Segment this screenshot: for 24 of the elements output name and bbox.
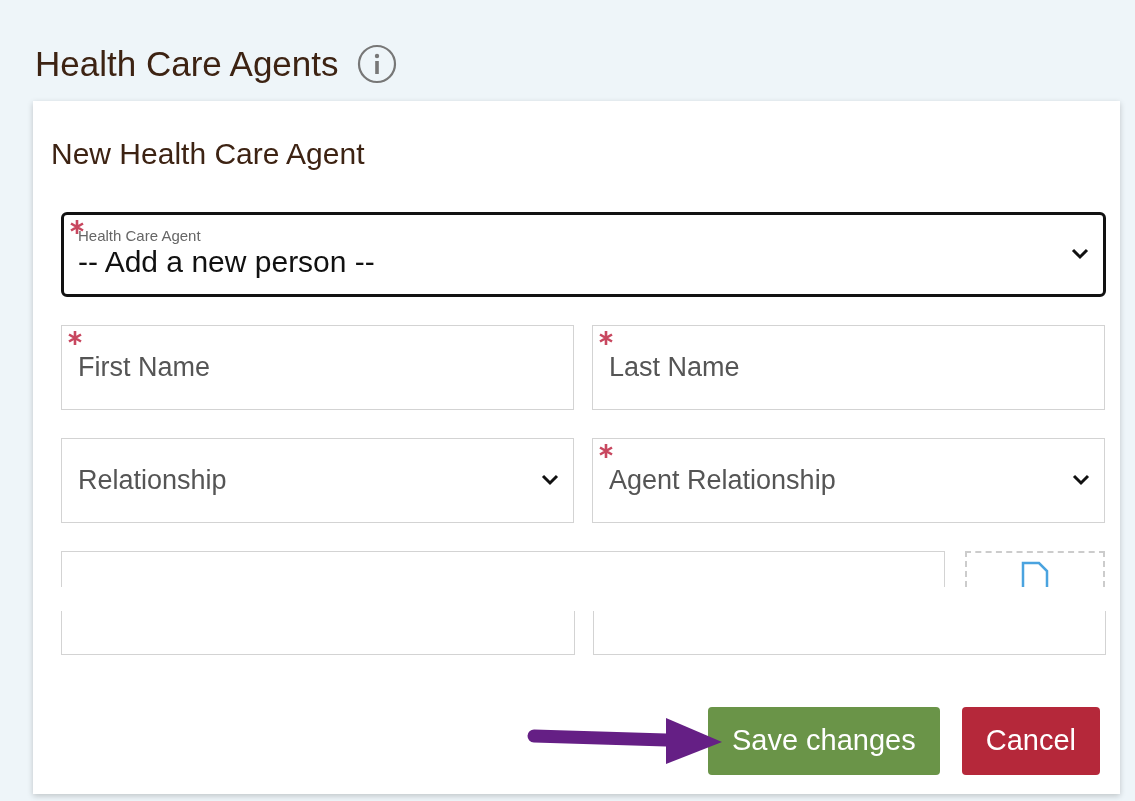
input-field[interactable] [61, 610, 575, 655]
input-field[interactable] [61, 550, 945, 587]
agent-select[interactable]: Health Care Agent -- Add a new person -- [61, 211, 1106, 297]
input-field[interactable] [592, 610, 1106, 655]
document-icon [1021, 560, 1049, 587]
placeholder-text: Last Name [609, 350, 740, 384]
placeholder-text: First Name [78, 350, 210, 384]
field-label: Health Care Agent [78, 227, 201, 245]
cancel-button[interactable]: Cancel [961, 706, 1100, 775]
chevron-down-icon [541, 474, 559, 486]
placeholder-text: Relationship [78, 463, 227, 497]
chevron-down-icon [1072, 474, 1090, 486]
dialog-title: New Health Care Agent [51, 135, 366, 172]
save-button[interactable]: Save changes [707, 706, 940, 775]
upload-area[interactable] [965, 550, 1105, 587]
select-field[interactable]: Relationship [61, 437, 574, 523]
placeholder-text: Agent Relationship [609, 463, 836, 497]
selected-value: -- Add a new person -- [78, 244, 375, 281]
info-icon[interactable] [356, 44, 397, 85]
input-field[interactable]: First Name [61, 324, 574, 410]
input-field[interactable]: Last Name [592, 324, 1105, 410]
chevron-down-icon [1071, 248, 1089, 260]
select-field[interactable]: Agent Relationship [592, 437, 1105, 523]
page-title: Health Care Agents [35, 43, 339, 85]
